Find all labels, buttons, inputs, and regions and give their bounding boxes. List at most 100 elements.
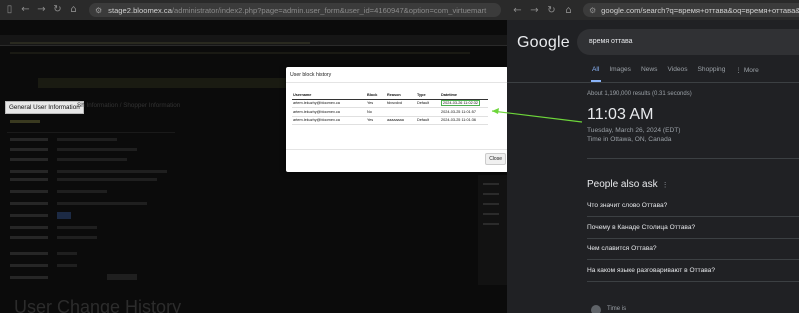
- cell-datetime: 2024-03-25 11:01:36: [441, 118, 476, 123]
- close-button[interactable]: Close: [485, 153, 506, 165]
- reload-icon[interactable]: ↻: [547, 5, 556, 16]
- form-value: [57, 212, 71, 219]
- home-icon[interactable]: ⌂: [564, 5, 573, 16]
- site-settings-icon[interactable]: ⚙: [589, 6, 596, 15]
- reload-icon[interactable]: ↻: [53, 5, 62, 15]
- paa-divider: [587, 281, 799, 282]
- form-label: [10, 178, 48, 181]
- people-also-ask-heading: People also ask ⋮: [587, 179, 669, 190]
- tab-shopper-information[interactable]: Sh Information / Shopper Information: [77, 102, 180, 109]
- result-snippet-start: Time is: [607, 306, 627, 312]
- form-label: [10, 138, 48, 141]
- cell-block: Yes: [367, 101, 374, 106]
- section-divider: [587, 158, 799, 159]
- paa-divider: [587, 216, 799, 217]
- result-favicon: [591, 305, 601, 313]
- left-browser-toolbar: ▯ ← → ↻ ⌂ ⚙ stage2.bloomex.ca/administra…: [0, 0, 507, 20]
- side-panel-line: [483, 193, 499, 195]
- cell-username: artem.lekuzhy@bloomex.ca: [293, 109, 340, 114]
- form-value: [57, 252, 77, 255]
- info-icon[interactable]: ⋮: [662, 182, 669, 189]
- column-header-reason: Reason: [387, 92, 401, 97]
- cell-type: Default: [417, 118, 430, 123]
- form-value: [57, 148, 137, 151]
- form-value: [57, 264, 77, 267]
- modal-title: User block history: [290, 72, 332, 78]
- side-panel-line: [483, 223, 499, 225]
- back-icon[interactable]: ←: [513, 5, 522, 16]
- forward-icon[interactable]: →: [530, 5, 539, 16]
- paa-question[interactable]: На каком языке разговаривают в Оттава?: [587, 267, 715, 274]
- form-label: [10, 214, 48, 217]
- google-browser-window: ← → ↻ ⌂ ⚙ google.com/search?q=время+отта…: [507, 0, 799, 313]
- admin-menu-strip: [0, 35, 507, 46]
- column-header-username: Username: [293, 92, 312, 97]
- paa-question[interactable]: Что значит слово Оттава?: [587, 202, 667, 209]
- highlighted-datetime: 2024-03-26 11:02:32: [441, 100, 480, 107]
- form-value: [57, 170, 167, 173]
- tabs-divider: [507, 82, 799, 83]
- side-panel-line: [483, 183, 499, 185]
- paa-question[interactable]: Чем славится Оттава?: [587, 245, 657, 252]
- form-label: [10, 252, 48, 255]
- address-text: stage2.bloomex.ca/administrator/index2.p…: [108, 5, 487, 15]
- sidebar-icon[interactable]: ▯: [5, 5, 14, 15]
- user-form: [7, 112, 175, 282]
- address-text: google.com/search?q=время+оттава&oq=врем…: [601, 5, 799, 15]
- paa-question[interactable]: Почему в Канаде Столица Оттава?: [587, 224, 695, 231]
- google-logo[interactable]: Google: [517, 34, 570, 52]
- table-row: artem.lekuzhy@bloomex.ca Yes aaaaaaaa De…: [292, 116, 488, 125]
- cell-datetime: 2024-03-26 11:02:32: [440, 99, 488, 108]
- results-count: About 1,190,000 results (0.31 seconds): [587, 91, 692, 97]
- paa-divider: [587, 259, 799, 260]
- form-value: [57, 202, 147, 205]
- paa-heading-text: People also ask: [587, 179, 658, 190]
- side-panel-line: [483, 213, 499, 215]
- side-panel-line: [483, 203, 499, 205]
- admin-menu-row: [10, 42, 310, 44]
- admin-toolbar: [38, 78, 288, 88]
- address-bar[interactable]: ⚙ stage2.bloomex.ca/administrator/index2…: [89, 3, 501, 17]
- back-icon[interactable]: ←: [21, 5, 30, 15]
- modal-footer-divider: [286, 149, 507, 150]
- admin-submenu-row: [10, 52, 470, 54]
- form-label: [10, 148, 48, 151]
- cell-datetime: 2024-03-25 11:01:57: [441, 109, 476, 114]
- tab-videos[interactable]: Videos: [667, 66, 687, 74]
- time-location: Time in Ottawa, ON, Canada: [587, 136, 672, 143]
- paa-divider: [587, 238, 799, 239]
- site-settings-icon[interactable]: ⚙: [95, 6, 102, 15]
- cell-type: [416, 108, 440, 117]
- tab-news[interactable]: News: [641, 66, 658, 74]
- user-block-history-modal: User block history Username Block Reason…: [286, 67, 507, 172]
- cell-block: Yes: [367, 118, 374, 123]
- admin-browser-window: ▯ ← → ↻ ⌂ ⚙ stage2.bloomex.ca/administra…: [0, 0, 507, 313]
- form-label: [10, 170, 48, 173]
- tab-images[interactable]: Images: [609, 66, 631, 74]
- form-label: [10, 158, 48, 161]
- current-time: 11:03 AM: [587, 106, 654, 123]
- forward-icon[interactable]: →: [37, 5, 46, 15]
- column-header-type: Type: [417, 92, 426, 97]
- tab-more-label: More: [743, 67, 759, 74]
- cell-username: artem.lekuzhy@bloomex.ca: [293, 101, 340, 106]
- search-input[interactable]: время оттава: [577, 29, 799, 55]
- block-history-table: Username Block Reason Type Datetime arte…: [292, 91, 488, 125]
- cell-block: No: [367, 109, 372, 114]
- right-browser-toolbar: ← → ↻ ⌂ ⚙ google.com/search?q=время+отта…: [507, 0, 799, 20]
- modal-divider: [286, 82, 507, 83]
- cell-reason: aaaaaaaa: [387, 118, 404, 123]
- home-icon[interactable]: ⌂: [69, 5, 78, 15]
- screen: ▯ ← → ↻ ⌂ ⚙ stage2.bloomex.ca/administra…: [0, 0, 799, 313]
- tab-more[interactable]: ⋮ More: [735, 66, 758, 74]
- form-label: [10, 264, 48, 267]
- cell-reason: fdvsvdvd: [387, 101, 402, 106]
- tab-all[interactable]: All: [592, 66, 599, 74]
- search-tabs: All Images News Videos Shopping ⋮ More: [592, 66, 759, 74]
- form-value: [107, 274, 137, 280]
- tab-shopping[interactable]: Shopping: [698, 66, 726, 74]
- address-bar[interactable]: ⚙ google.com/search?q=время+оттава&oq=вр…: [583, 3, 799, 17]
- form-label: [10, 236, 48, 239]
- admin-side-panel: [478, 175, 507, 285]
- form-value: [57, 190, 107, 193]
